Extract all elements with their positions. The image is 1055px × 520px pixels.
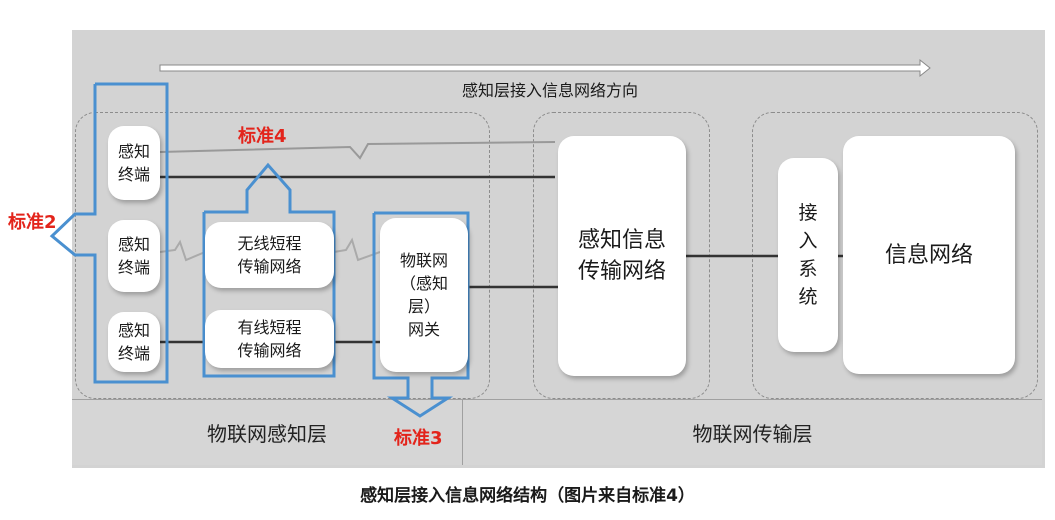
sensing-terminal-2-label: 感知 终端 — [117, 235, 150, 277]
iot-gateway-label: 物联网 （感知 层） 网关 — [399, 251, 448, 339]
sensing-info-transport-label: 感知信息 传输网络 — [577, 228, 666, 284]
sensing-terminal-1-label: 感知 终端 — [117, 142, 150, 184]
information-network: 信息网络 — [843, 136, 1015, 374]
information-network-label: 信息网络 — [884, 242, 973, 268]
wireless-link-top — [159, 141, 556, 160]
standard2-label: 标准2 — [8, 212, 57, 233]
wireless-short-range-network: 无线短程 传输网络 — [205, 222, 334, 288]
direction-arrow — [159, 58, 931, 78]
figure-caption: 感知层接入信息网络结构（图片来自标准4） — [360, 486, 695, 506]
access-system: 接 入 系 统 — [778, 158, 838, 352]
standard3-label: 标准3 — [394, 428, 443, 449]
access-system-label: 接 入 系 统 — [798, 202, 818, 308]
sensing-terminal-1: 感知 终端 — [108, 126, 160, 200]
iot-gateway: 物联网 （感知 层） 网关 — [380, 218, 468, 372]
direction-label: 感知层接入信息网络方向 — [461, 81, 638, 100]
wired-short-range-label: 有线短程 传输网络 — [237, 318, 302, 360]
sensing-terminal-2: 感知 终端 — [108, 220, 160, 292]
sensing-terminal-3-label: 感知 终端 — [117, 321, 150, 363]
wireless-short-range-label: 无线短程 传输网络 — [237, 234, 302, 276]
wired-short-range-network: 有线短程 传输网络 — [205, 310, 334, 368]
standard4-label: 标准4 — [238, 126, 287, 147]
sensing-terminal-3: 感知 终端 — [108, 312, 160, 372]
sensing-info-transport-network: 感知信息 传输网络 — [558, 136, 686, 376]
